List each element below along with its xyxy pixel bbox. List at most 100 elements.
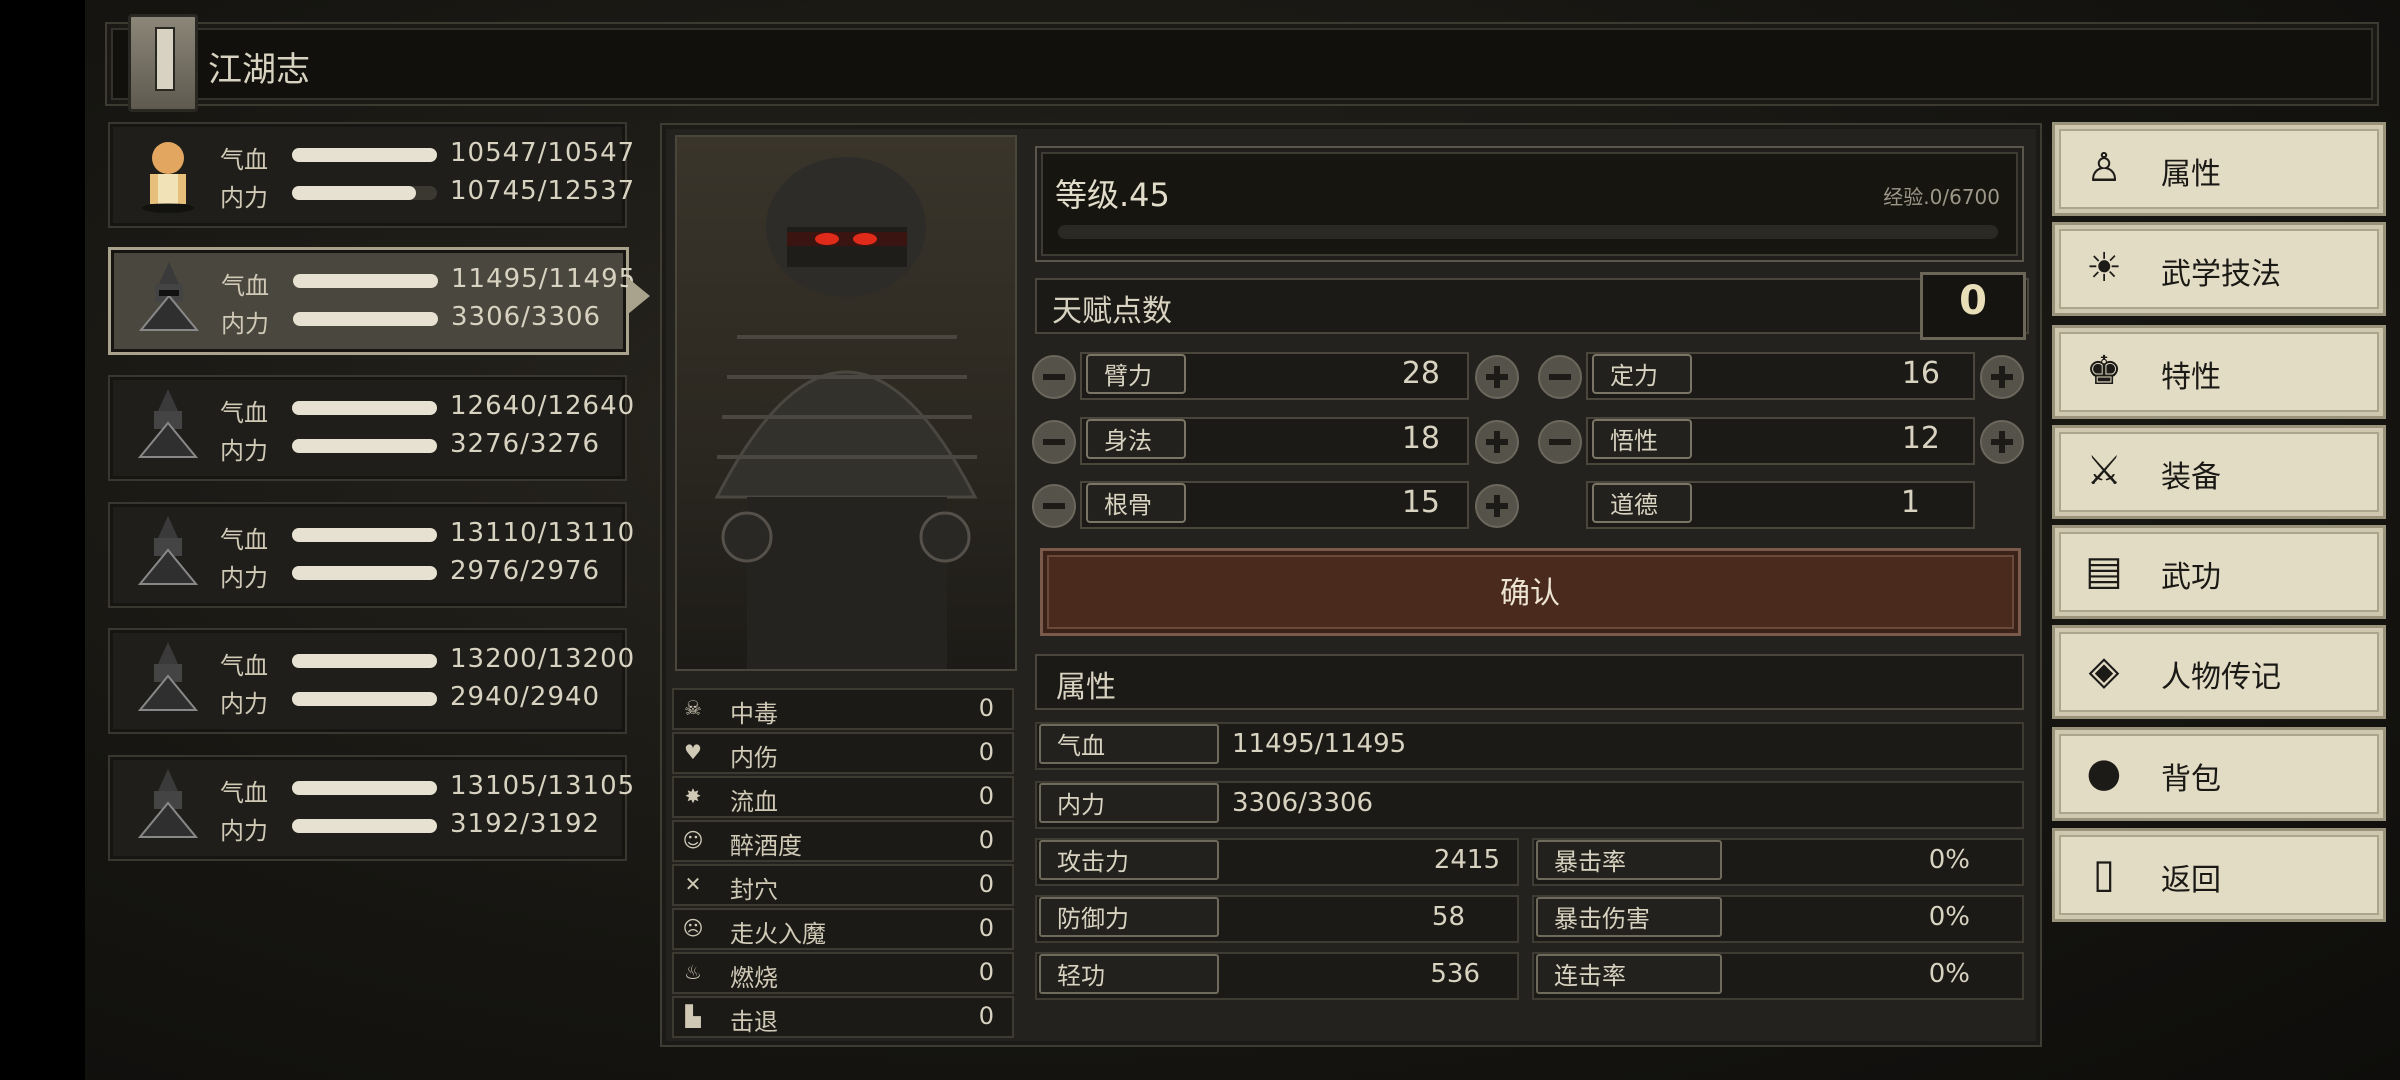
hp-property-value: 11495/11495 [1232, 729, 1407, 759]
talent-points-row [1035, 278, 2029, 334]
menu-label: 装备 [2161, 460, 2221, 495]
party-member-5[interactable]: 气血 13200/13200 内力 2940/2940 [108, 628, 634, 734]
status-label: 中毒 [730, 700, 778, 728]
morality-value: 1 [1900, 485, 1920, 520]
hp-label: 气血 [220, 146, 268, 174]
attack-label: 攻击力 [1039, 840, 1219, 880]
hp-value: 12640/12640 [450, 391, 636, 421]
menu-martial-skills-button[interactable]: ☀ 武学技法 [2052, 222, 2386, 316]
blood-splat-icon: ✸ [684, 784, 702, 808]
status-label: 内伤 [730, 744, 778, 772]
exp-text: 经验.0/6700 [1883, 185, 2000, 209]
attack-value: 2415 [1433, 845, 1500, 875]
strength-minus-button[interactable] [1032, 355, 1076, 399]
agility-value: 18 [1401, 421, 1440, 456]
mp-bar [292, 692, 437, 706]
insight-plus-button[interactable] [1980, 420, 2024, 464]
exp-bar [1058, 225, 1998, 239]
status-knockback: ▙ 击退 0 [672, 996, 1014, 1038]
party-member-3[interactable]: 气血 12640/12640 内力 3276/3276 [108, 375, 634, 481]
party-member-2[interactable]: 气血 11495/11495 内力 3306/3306 [108, 247, 635, 355]
status-value: 0 [978, 914, 994, 942]
mp-label: 内力 [220, 564, 268, 592]
status-value: 0 [978, 826, 994, 854]
talent-points-value: 0 [1959, 278, 1987, 324]
mp-bar [293, 312, 438, 326]
menu-label: 背包 [2161, 762, 2221, 797]
journal-book-icon [128, 14, 198, 112]
status-bleeding: ✸ 流血 0 [672, 776, 1014, 818]
hp-bar [292, 654, 437, 668]
composure-label: 定力 [1592, 354, 1692, 394]
hp-bar [292, 401, 437, 415]
armored-warrior-avatar [137, 769, 199, 838]
properties-header [1035, 654, 2024, 710]
mp-bar [292, 819, 437, 833]
menu-label: 人物传记 [2161, 660, 2281, 695]
status-poison: ☠ 中毒 0 [672, 688, 1014, 730]
party-member-4[interactable]: 气血 13110/13110 内力 2976/2976 [108, 502, 634, 608]
defense-value: 58 [1431, 902, 1465, 932]
defense-label: 防御力 [1039, 897, 1219, 937]
menu-back-button[interactable]: ▯ 返回 [2052, 828, 2386, 922]
composure-plus-button[interactable] [1980, 355, 2024, 399]
crit-damage-value: 0% [1928, 902, 1970, 932]
combo-rate-value: 0% [1928, 959, 1970, 989]
mp-property-label: 内力 [1039, 783, 1219, 823]
agility-label: 身法 [1086, 419, 1186, 459]
composure-minus-button[interactable] [1538, 355, 1582, 399]
menu-label: 返回 [2161, 863, 2221, 898]
status-drunk: ☺ 醉酒度 0 [672, 820, 1014, 862]
menu-attributes-button[interactable]: ♙ 属性 [2052, 122, 2386, 216]
menu-traits-button[interactable]: ♚ 特性 [2052, 325, 2386, 419]
status-label: 击退 [730, 1008, 778, 1036]
menu-label: 武学技法 [2161, 257, 2281, 292]
menu-equipment-button[interactable]: ⚔ 装备 [2052, 425, 2386, 519]
party-member-6[interactable]: 气血 13105/13105 内力 3192/3192 [108, 755, 634, 861]
hp-bar [292, 528, 437, 542]
mp-bar [292, 566, 437, 580]
insight-minus-button[interactable] [1538, 420, 1582, 464]
monk-avatar [142, 142, 194, 213]
hp-label: 气血 [220, 399, 268, 427]
mp-value: 3192/3192 [450, 809, 601, 839]
title-bar [105, 22, 2379, 106]
agility-minus-button[interactable] [1032, 420, 1076, 464]
manual-book-icon: ▤ [2085, 548, 2123, 594]
mp-label: 内力 [220, 437, 268, 465]
menu-bag-button[interactable]: ● 背包 [2052, 727, 2386, 821]
mp-value: 2976/2976 [450, 556, 601, 586]
hp-bar [292, 781, 437, 795]
agility-plus-button[interactable] [1475, 420, 1519, 464]
menu-kungfu-button[interactable]: ▤ 武功 [2052, 525, 2386, 619]
menu-biography-button[interactable]: ◈ 人物传记 [2052, 625, 2386, 719]
status-value: 0 [978, 870, 994, 898]
mp-label: 内力 [220, 817, 268, 845]
strength-plus-button[interactable] [1475, 355, 1519, 399]
status-label: 流血 [730, 788, 778, 816]
constitution-plus-button[interactable] [1475, 484, 1519, 528]
party-member-1[interactable]: 气血 10547/10547 内力 10745/12537 [108, 122, 634, 228]
armored-warrior-avatar [137, 642, 199, 711]
status-value: 0 [978, 1002, 994, 1030]
constitution-value: 15 [1401, 485, 1440, 520]
flame-icon: ♨ [684, 960, 702, 984]
status-value: 0 [978, 782, 994, 810]
confirm-button-label[interactable]: 确认 [1040, 568, 2020, 612]
strength-label: 臂力 [1086, 354, 1186, 394]
hp-label: 气血 [220, 652, 268, 680]
strength-value: 28 [1401, 356, 1440, 391]
mp-label: 内力 [221, 310, 269, 338]
lightness-value: 536 [1430, 959, 1480, 989]
level-panel [1035, 146, 2024, 262]
mp-value: 3306/3306 [451, 302, 602, 332]
demon-face-icon: ☹ [682, 916, 704, 940]
page-title: 江湖志 [208, 50, 310, 90]
morality-label: 道德 [1592, 483, 1692, 523]
hp-label: 气血 [221, 272, 269, 300]
trait-icon: ♚ [2086, 348, 2122, 394]
crit-damage-label: 暴击伤害 [1536, 897, 1722, 937]
constitution-minus-button[interactable] [1032, 484, 1076, 528]
character-portrait [675, 135, 1017, 671]
hp-label: 气血 [220, 779, 268, 807]
